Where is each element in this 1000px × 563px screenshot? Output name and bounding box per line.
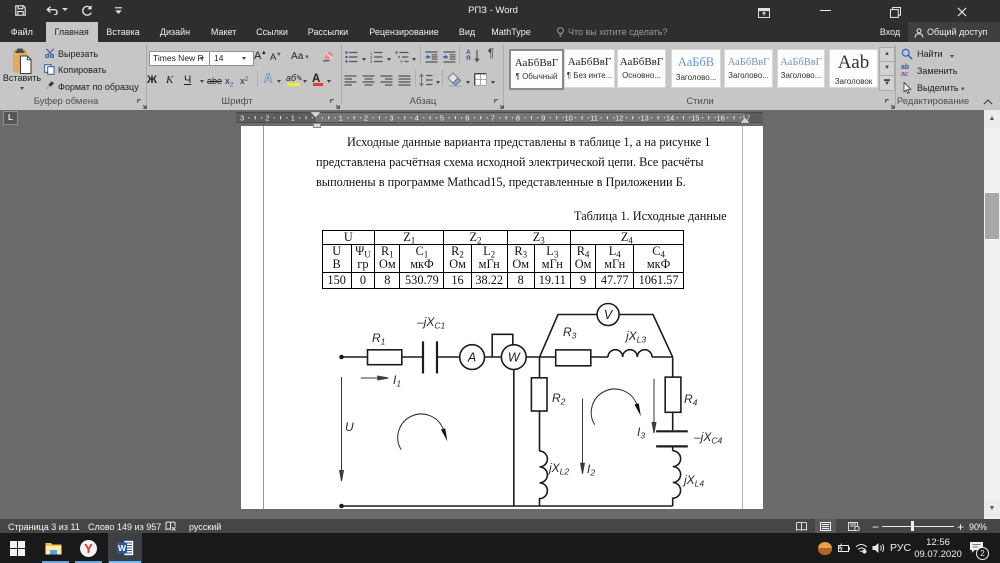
svg-text:16: 16 bbox=[716, 113, 724, 122]
svg-text:8: 8 bbox=[516, 113, 520, 122]
svg-text:2: 2 bbox=[265, 113, 269, 122]
svg-text:I3: I3 bbox=[637, 425, 645, 441]
svg-text:V: V bbox=[604, 308, 614, 322]
svg-text:U: U bbox=[345, 420, 354, 434]
svg-text:R3: R3 bbox=[563, 325, 577, 341]
svg-text:12: 12 bbox=[615, 113, 623, 122]
svg-text:A: A bbox=[467, 351, 476, 365]
svg-text:1: 1 bbox=[339, 113, 343, 122]
svg-text:15: 15 bbox=[691, 113, 699, 122]
svg-text:6: 6 bbox=[465, 113, 469, 122]
svg-text:3: 3 bbox=[370, 59, 373, 63]
svg-text:13: 13 bbox=[641, 113, 649, 122]
svg-text:11: 11 bbox=[590, 113, 598, 122]
svg-text:2: 2 bbox=[364, 113, 368, 122]
svg-text:3: 3 bbox=[389, 113, 393, 122]
svg-text:I1: I1 bbox=[393, 373, 401, 389]
svg-text:7: 7 bbox=[491, 113, 495, 122]
svg-text:jXL3: jXL3 bbox=[624, 329, 646, 345]
svg-text:W: W bbox=[508, 351, 521, 365]
svg-text:4: 4 bbox=[415, 113, 419, 122]
svg-text:1: 1 bbox=[291, 113, 295, 122]
svg-text:jXL2: jXL2 bbox=[547, 461, 569, 477]
svg-text:R1: R1 bbox=[372, 331, 386, 347]
svg-text:I2: I2 bbox=[587, 462, 595, 478]
svg-text:5: 5 bbox=[440, 113, 444, 122]
svg-text:jXL4: jXL4 bbox=[682, 473, 704, 489]
svg-text:14: 14 bbox=[666, 113, 674, 122]
svg-text:3: 3 bbox=[240, 113, 244, 122]
svg-text:9: 9 bbox=[541, 113, 545, 122]
svg-text:–jXC1: –jXC1 bbox=[416, 315, 445, 331]
svg-text:–jXC4: –jXC4 bbox=[693, 430, 722, 446]
svg-text:W: W bbox=[118, 543, 127, 553]
svg-text:10: 10 bbox=[565, 113, 573, 122]
svg-text:R4: R4 bbox=[684, 392, 698, 408]
svg-text:R2: R2 bbox=[552, 391, 566, 407]
